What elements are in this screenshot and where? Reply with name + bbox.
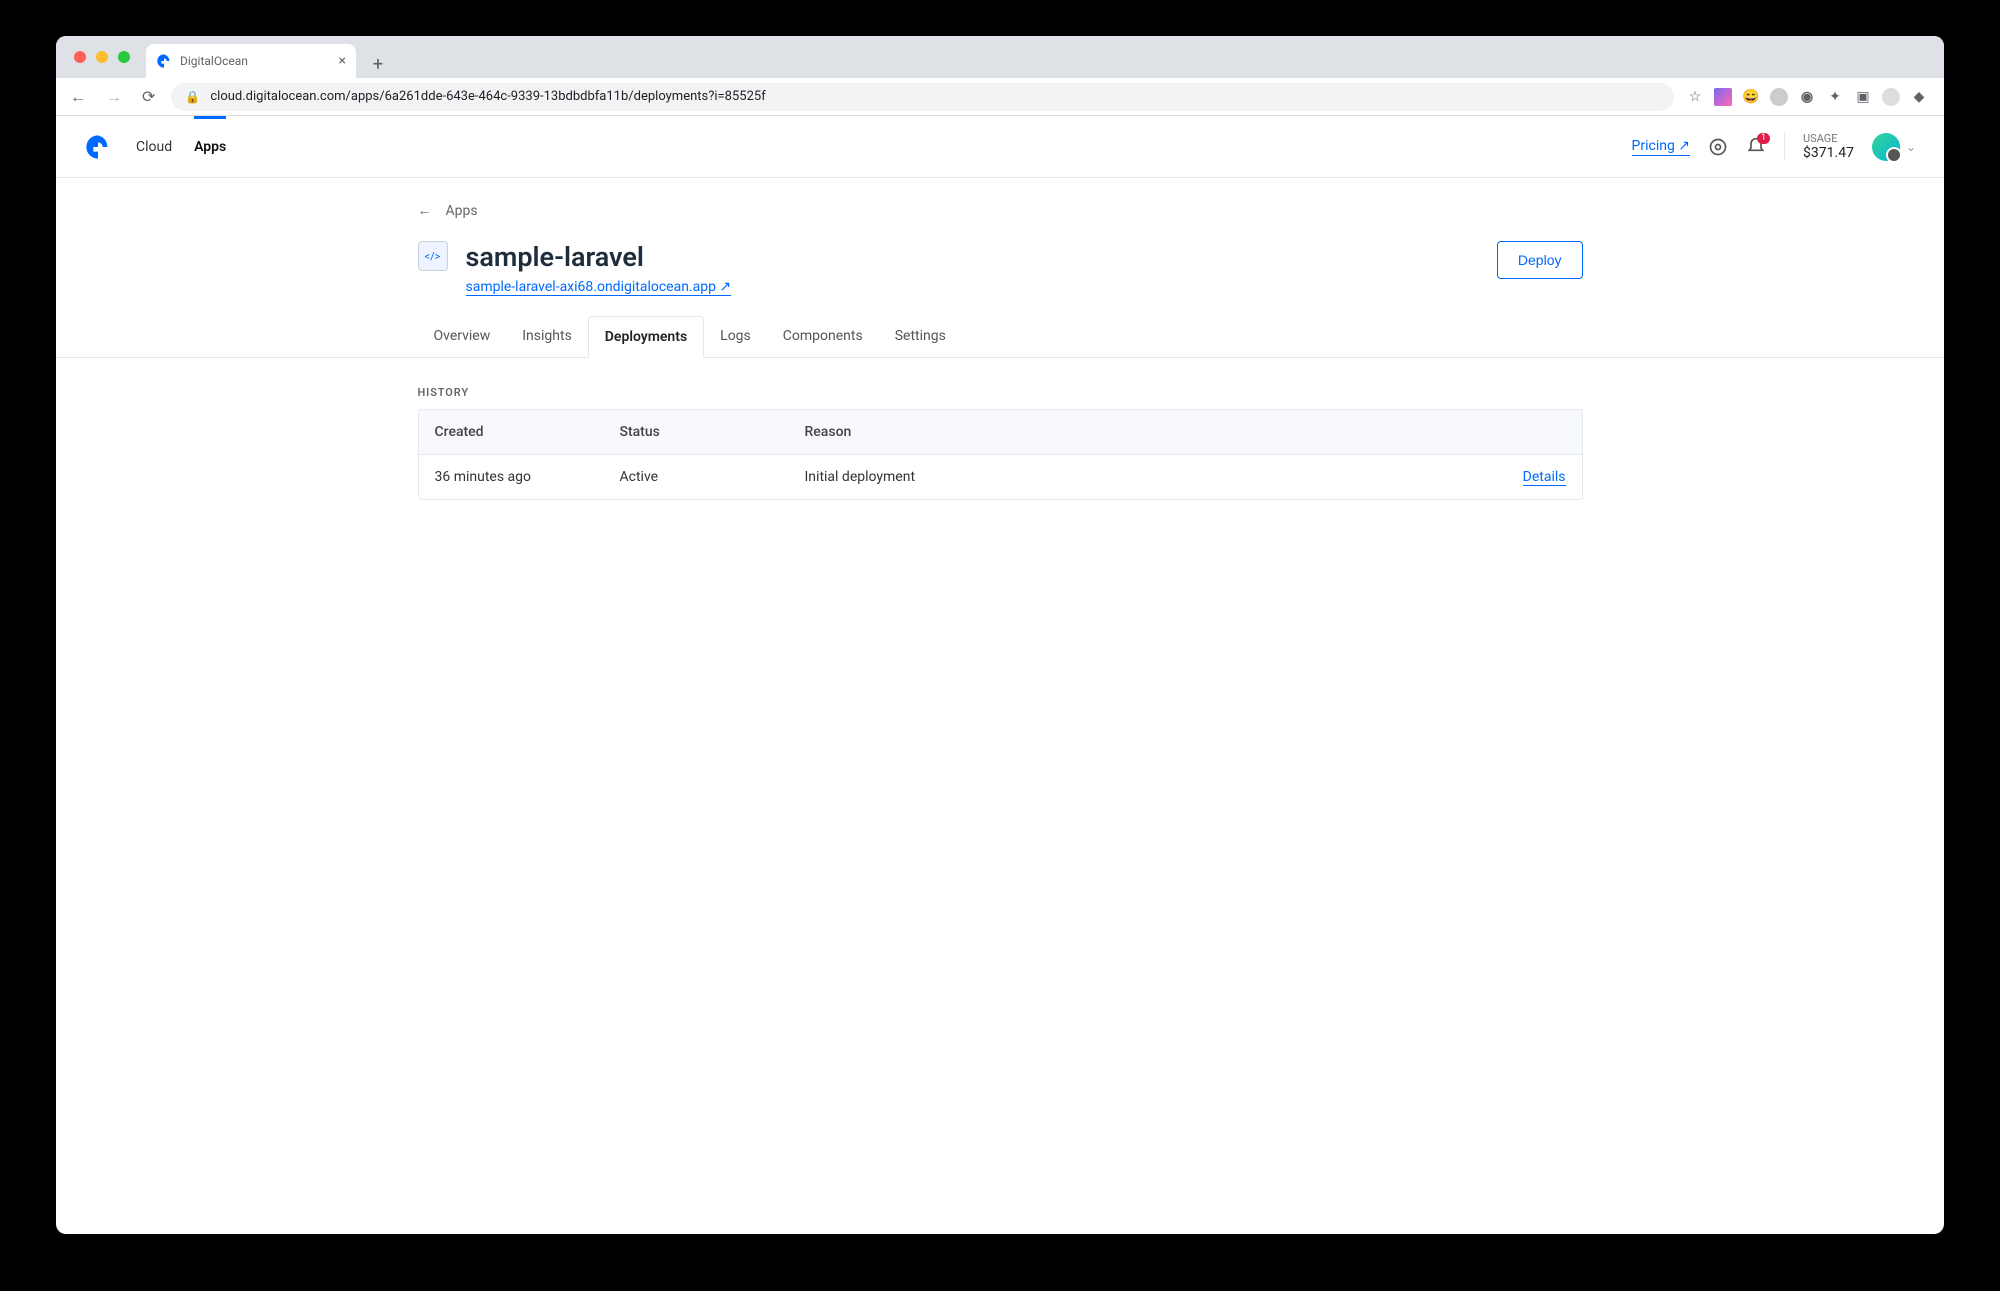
usage-label: USAGE [1803, 132, 1854, 145]
tab-logs[interactable]: Logs [704, 316, 767, 357]
col-status: Status [620, 424, 805, 440]
tab-bar: Overview Insights Deployments Logs Compo… [56, 316, 1944, 358]
browser-tab[interactable]: DigitalOcean × [146, 44, 356, 78]
deploy-button[interactable]: Deploy [1497, 241, 1583, 279]
extension-icon[interactable]: 😄 [1742, 88, 1760, 106]
pricing-link[interactable]: Pricing ↗ [1632, 138, 1691, 156]
browser-tab-strip: DigitalOcean × + [56, 36, 1944, 78]
profile-avatar-icon[interactable] [1882, 88, 1900, 106]
tab-settings[interactable]: Settings [879, 316, 962, 357]
browser-toolbar: ← → ⟳ 🔒 cloud.digitalocean.com/apps/6a26… [56, 78, 1944, 116]
extensions-menu-icon[interactable]: ✦ [1826, 88, 1844, 106]
usage-amount: $371.47 [1803, 145, 1854, 161]
help-icon[interactable] [1708, 137, 1728, 157]
window-minimize-dot[interactable] [96, 51, 108, 63]
avatar-icon [1872, 133, 1900, 161]
account-menu[interactable]: ⌄ [1872, 133, 1916, 161]
table-header: Created Status Reason [419, 410, 1582, 454]
page-title: sample-laravel [466, 241, 732, 273]
window-traffic-lights [68, 36, 138, 78]
digitalocean-logo-icon[interactable] [84, 133, 112, 161]
usage-block[interactable]: USAGE $371.47 [1784, 132, 1854, 161]
nav-reload-button[interactable]: ⟳ [138, 83, 159, 110]
lock-icon: 🔒 [185, 90, 200, 104]
breadcrumb-back-icon[interactable]: ← [418, 202, 432, 219]
breadcrumb-label[interactable]: Apps [446, 203, 478, 219]
tab-components[interactable]: Components [767, 316, 879, 357]
window-close-dot[interactable] [74, 51, 86, 63]
chevron-down-icon: ⌄ [1906, 140, 1916, 154]
window-zoom-dot[interactable] [118, 51, 130, 63]
notification-badge: 1 [1757, 133, 1770, 144]
extension-icons: ☆ 😄 ◉ ✦ ▣ ◆ [1686, 88, 1934, 106]
browser-tab-title: DigitalOcean [180, 54, 248, 68]
deployments-table: Created Status Reason 36 minutes ago Act… [418, 409, 1583, 500]
nav-apps[interactable]: Apps [194, 116, 226, 175]
nav-cloud[interactable]: Cloud [136, 119, 172, 175]
tab-insights[interactable]: Insights [506, 316, 588, 357]
tab-overview[interactable]: Overview [418, 316, 507, 357]
col-created: Created [435, 424, 620, 440]
extension-icon[interactable]: ◆ [1910, 88, 1928, 106]
history-section-label: HISTORY [418, 386, 1583, 399]
extension-icon[interactable] [1714, 88, 1732, 106]
tab-close-icon[interactable]: × [339, 53, 346, 69]
details-link[interactable]: Details [1523, 469, 1566, 486]
bookmark-star-icon[interactable]: ☆ [1686, 88, 1704, 106]
breadcrumb: ← Apps [418, 202, 1583, 219]
tab-deployments[interactable]: Deployments [588, 316, 704, 358]
cell-created: 36 minutes ago [435, 469, 620, 485]
url-text: cloud.digitalocean.com/apps/6a261dde-643… [210, 89, 765, 104]
cell-status: Active [620, 469, 805, 485]
notifications-icon[interactable]: 1 [1746, 137, 1766, 157]
cast-icon[interactable]: ▣ [1854, 88, 1872, 106]
extension-icon[interactable] [1770, 88, 1788, 106]
app-url-link[interactable]: sample-laravel-axi68.ondigitalocean.app … [466, 279, 732, 296]
primary-nav: Cloud Apps [136, 119, 226, 175]
address-bar[interactable]: 🔒 cloud.digitalocean.com/apps/6a261dde-6… [171, 83, 1674, 111]
col-reason: Reason [805, 424, 1476, 440]
new-tab-button[interactable]: + [364, 50, 392, 78]
app-type-icon: </> [418, 241, 448, 271]
cell-reason: Initial deployment [805, 469, 1476, 485]
table-row: 36 minutes ago Active Initial deployment… [419, 454, 1582, 499]
extension-icon[interactable]: ◉ [1798, 88, 1816, 106]
do-header: Cloud Apps Pricing ↗ 1 USAGE $371.47 ⌄ [56, 116, 1944, 178]
nav-back-button[interactable]: ← [66, 83, 90, 111]
nav-forward-button[interactable]: → [102, 83, 126, 111]
favicon-icon [156, 53, 172, 69]
